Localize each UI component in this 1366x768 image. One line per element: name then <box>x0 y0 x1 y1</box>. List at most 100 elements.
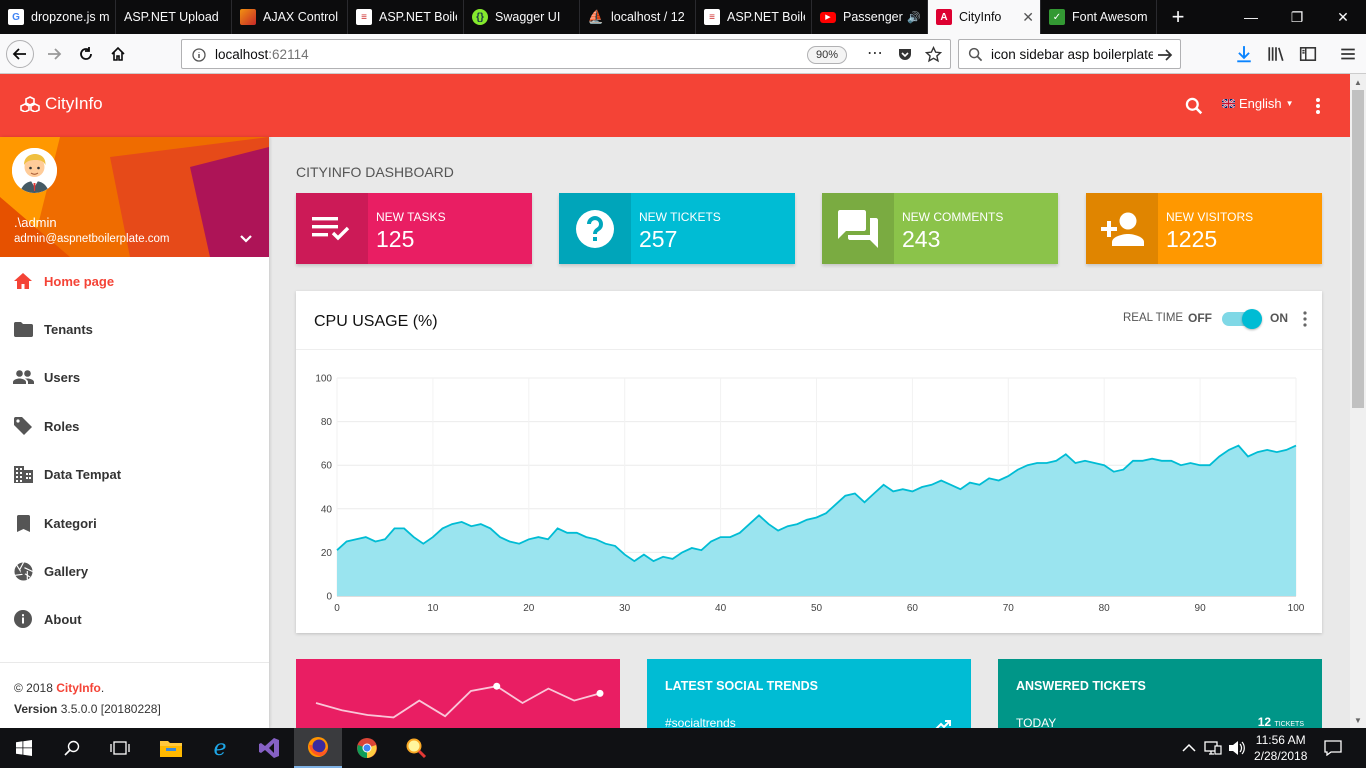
search-input[interactable]: icon sidebar asp boilerplate <box>991 47 1153 62</box>
magnifier-icon <box>406 738 427 759</box>
app-header: CityInfo English ▼ <box>0 74 1350 137</box>
browser-tab[interactable]: ≡ ASP.NET Boile <box>696 0 812 34</box>
sidebar-item-label: Data Tempat <box>44 466 122 482</box>
user-name: .\admin <box>14 215 57 230</box>
tab-title: Font Awesom <box>1072 10 1148 24</box>
language-label: English <box>1239 96 1282 111</box>
close-window-icon[interactable]: ✕ <box>1320 0 1366 34</box>
new-tab-button[interactable]: + <box>1161 0 1195 34</box>
sidebar-item-kategori[interactable]: Kategori <box>0 501 269 545</box>
task-view-button[interactable] <box>96 728 144 768</box>
task-view-icon <box>110 741 130 755</box>
chevron-down-icon[interactable] <box>238 233 254 245</box>
sidebar-item-about[interactable]: About <box>0 597 269 641</box>
avatar[interactable] <box>12 148 57 193</box>
browser-tab[interactable]: ⛵ localhost / 12 <box>580 0 696 34</box>
magnifier-app-button[interactable] <box>392 728 440 768</box>
x-tick-label: 50 <box>811 603 823 614</box>
search-icon[interactable] <box>1185 97 1203 115</box>
caret-down-icon: ▼ <box>1285 99 1294 108</box>
sidebar-item-label: Gallery <box>44 563 89 579</box>
browser-navbar: localhost:62114 90% ⋯ icon sidebar asp b… <box>0 34 1366 74</box>
edge-button[interactable]: e <box>196 728 244 768</box>
sidebar-item-gallery[interactable]: Gallery <box>0 549 269 593</box>
library-icon[interactable] <box>1267 45 1285 63</box>
scroll-down-icon[interactable]: ▼ <box>1354 716 1362 725</box>
download-icon[interactable] <box>1235 45 1253 63</box>
x-tick-label: 100 <box>1288 603 1305 614</box>
forward-button[interactable] <box>40 40 68 68</box>
sidebar-item-roles[interactable]: Roles <box>0 404 269 448</box>
browser-tab[interactable]: ▶ Passenger 🔊 <box>812 0 928 34</box>
chevron-up-icon[interactable] <box>1182 743 1196 753</box>
sparkline-line <box>315 685 601 719</box>
action-center-icon[interactable] <box>1324 740 1342 756</box>
restore-icon[interactable]: ❐ <box>1274 0 1320 34</box>
social-trends-widget: LATEST SOCIAL TRENDS #socialtrends <box>647 659 971 728</box>
version-info: Version 3.5.0.0 [20180228] <box>14 702 161 716</box>
browser-tab[interactable]: AJAX Control <box>232 0 348 34</box>
arrow-left-icon <box>12 48 26 60</box>
sidebar-item-users[interactable]: Users <box>0 355 269 399</box>
file-explorer-button[interactable] <box>147 728 195 768</box>
sidebar-toggle-icon[interactable] <box>1299 45 1317 63</box>
home-icon <box>12 270 34 292</box>
hamburger-menu-icon[interactable] <box>1339 45 1357 63</box>
language-selector[interactable]: English ▼ <box>1222 96 1294 111</box>
search-icon <box>64 740 80 756</box>
more-vert-icon[interactable] <box>1300 311 1310 327</box>
browser-tab[interactable]: ✓ Font Awesom <box>1041 0 1157 34</box>
tab-title: Swagger UI <box>495 10 561 24</box>
reload-button[interactable] <box>72 40 100 68</box>
zoom-level-badge[interactable]: 90% <box>807 46 848 64</box>
bookmark-star-icon[interactable] <box>925 46 942 63</box>
minimize-icon[interactable]: — <box>1228 0 1274 34</box>
pocket-icon[interactable] <box>897 46 913 62</box>
windows-taskbar: e 11:56 AM 2/28/2018 <box>0 728 1366 768</box>
browser-tab[interactable]: ≡ ASP.NET Boile <box>348 0 464 34</box>
visual-studio-button[interactable] <box>245 728 293 768</box>
url-bar[interactable]: localhost:62114 90% ⋯ <box>181 39 951 69</box>
back-button[interactable] <box>6 40 34 68</box>
browser-tab-active[interactable]: A CityInfo ✕ <box>928 0 1041 34</box>
x-tick-label: 40 <box>715 603 727 614</box>
search-bar[interactable]: icon sidebar asp boilerplate <box>958 39 1181 69</box>
system-clock[interactable]: 11:56 AM 2/28/2018 <box>1254 732 1307 764</box>
info-box-value: 125 <box>376 226 415 252</box>
network-icon[interactable] <box>1204 740 1222 756</box>
tab-title: AJAX Control <box>263 10 339 24</box>
realtime-toggle-switch[interactable] <box>1222 309 1262 329</box>
browser-tab[interactable]: G dropzone.js m <box>0 0 116 34</box>
firefox-button[interactable] <box>294 728 342 768</box>
page-actions-icon[interactable]: ⋯ <box>867 43 884 63</box>
info-icon[interactable] <box>192 48 206 62</box>
x-tick-label: 90 <box>1195 603 1207 614</box>
sidebar-item-home[interactable]: Home page <box>0 259 269 303</box>
sidebar-item-data-tempat[interactable]: Data Tempat <box>0 452 269 496</box>
more-vert-icon[interactable] <box>1315 97 1321 115</box>
speaker-icon[interactable]: 🔊 <box>907 11 921 24</box>
folder-icon <box>12 318 34 340</box>
browser-tab[interactable]: {} Swagger UI <box>464 0 580 34</box>
chrome-button[interactable] <box>343 728 391 768</box>
tab-title: localhost / 12 <box>611 10 685 24</box>
start-button[interactable] <box>0 728 48 768</box>
app-brand[interactable]: CityInfo <box>20 94 103 114</box>
browser-tab[interactable]: ASP.NET Upload <box>116 0 232 34</box>
scroll-up-icon[interactable]: ▲ <box>1354 78 1362 87</box>
footer-brand-link[interactable]: CityInfo <box>56 681 101 695</box>
visual-studio-icon <box>259 738 279 758</box>
x-tick-label: 60 <box>907 603 919 614</box>
search-button[interactable] <box>48 728 96 768</box>
go-arrow-icon[interactable] <box>1157 47 1173 63</box>
sidebar-item-label: Kategori <box>44 515 97 531</box>
cpu-usage-chart: 0 20 40 60 80 100 0 10 20 30 40 50 60 70 80 90 100 <box>315 374 1305 615</box>
close-tab-icon[interactable]: ✕ <box>1022 9 1034 26</box>
home-button[interactable] <box>104 40 132 68</box>
info-box-label: NEW TICKETS <box>639 210 721 224</box>
volume-icon[interactable] <box>1228 740 1246 756</box>
page-scrollbar[interactable]: ▲ ▼ <box>1350 74 1366 728</box>
scrollbar-thumb[interactable] <box>1352 90 1364 408</box>
realtime-on-label: ON <box>1270 311 1288 325</box>
sidebar-item-tenants[interactable]: Tenants <box>0 307 269 351</box>
